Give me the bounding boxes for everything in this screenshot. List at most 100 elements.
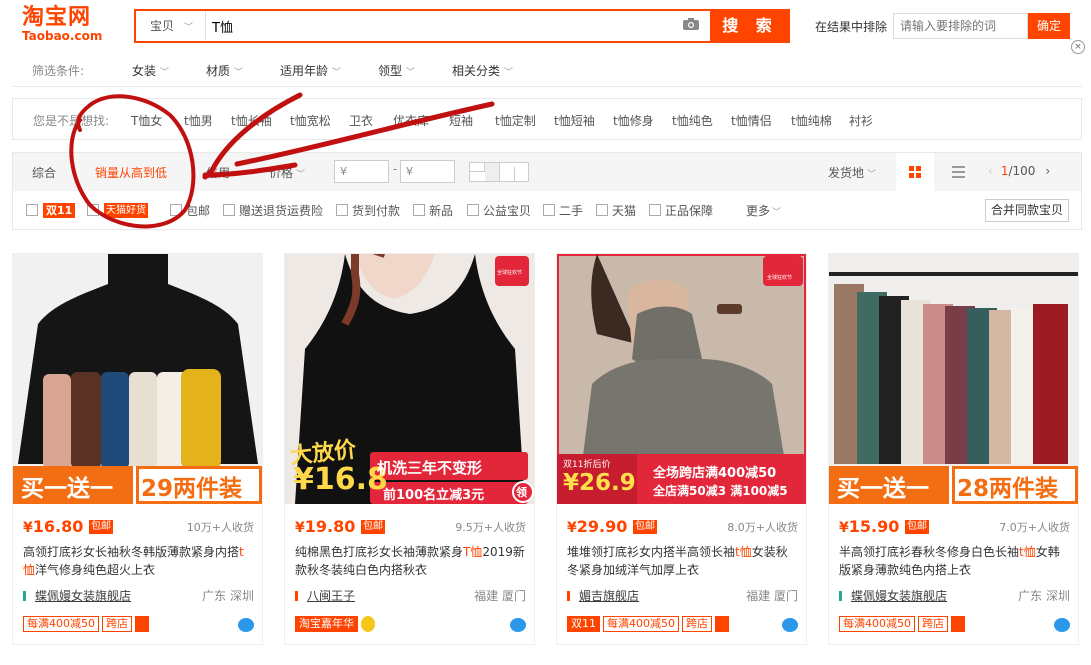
- product-photo: [13, 254, 262, 504]
- price-range-histogram[interactable]: [469, 162, 529, 182]
- title-text: 堆堆领打底衫女内搭半高领长袖: [567, 545, 736, 559]
- suggestion-link[interactable]: t恤情侣: [731, 112, 772, 129]
- title-highlight: t恤: [1019, 545, 1036, 559]
- ship-from-filter[interactable]: 发货地 ﹀: [828, 164, 876, 181]
- price-separator: -: [393, 162, 398, 176]
- shop-link[interactable]: 蝶佩嫚女装旗舰店: [839, 587, 947, 604]
- promo-small-text: 双11折后价: [563, 460, 611, 470]
- product-card[interactable]: 买一送一 28两件装 ¥15.90 包邮 7.0万+人收货 半高领打底衫春秋冬修…: [828, 253, 1079, 645]
- currency-symbol: ¥: [839, 520, 849, 536]
- product-card[interactable]: 全球狂欢节 双11折后价 ¥26.9 全场跨店满400减50 全店满50减3 满…: [556, 253, 807, 645]
- taobao-logo[interactable]: 淘宝网 Taobao.com: [22, 6, 112, 44]
- sort-by-sales[interactable]: 销量从高到低: [95, 164, 167, 181]
- free-shipping-label: 包邮: [186, 204, 211, 218]
- shop-name: 八闽王子: [307, 589, 356, 603]
- chevron-down-icon: ﹀: [184, 23, 194, 33]
- chevron-down-icon: ﹀: [332, 68, 342, 78]
- product-card[interactable]: 全球狂欢节 大放价 ¥16.8 机洗三年不变形 前100名立减3元 领 ¥19.…: [284, 253, 535, 645]
- more-options-button[interactable]: 更多 ﹀: [746, 202, 781, 219]
- product-image[interactable]: 买一送一 29两件装: [13, 254, 262, 504]
- checkbox-return-insurance[interactable]: [223, 204, 235, 216]
- suggestion-link[interactable]: t恤纯色: [672, 112, 713, 129]
- suggestion-link[interactable]: t恤短袖: [554, 112, 595, 129]
- filter-material[interactable]: 材质 ﹀: [206, 62, 243, 79]
- free-shipping-badge: 包邮: [361, 520, 385, 534]
- list-view-button[interactable]: [943, 153, 973, 191]
- suggestion-link[interactable]: T恤女: [131, 112, 162, 129]
- product-card[interactable]: 买一送一 29两件装 ¥16.80 包邮 10万+人收货 高领打底衫女长袖秋冬韩…: [12, 253, 263, 645]
- sales-count: 7.0万+人收货: [999, 521, 1070, 534]
- wangwang-chat-icon[interactable]: [238, 618, 254, 632]
- grid-icon: [909, 166, 921, 178]
- camera-icon[interactable]: [682, 17, 700, 31]
- filter-item-label: 材质: [206, 64, 231, 78]
- shop-name: 蝶佩嫚女装旗舰店: [851, 589, 948, 603]
- grid-view-button[interactable]: [896, 153, 934, 191]
- exclude-input[interactable]: [893, 13, 1028, 39]
- wangwang-chat-icon[interactable]: [510, 618, 526, 632]
- search-button[interactable]: 搜 索: [710, 9, 790, 43]
- chevron-left-icon[interactable]: ‹: [988, 164, 993, 178]
- checkbox-genuine[interactable]: [649, 204, 661, 216]
- filter-age[interactable]: 适用年龄 ﹀: [280, 62, 341, 79]
- product-image[interactable]: 买一送一 28两件装: [829, 254, 1078, 504]
- price-value: 15.90: [848, 517, 900, 536]
- checkbox-cod[interactable]: [336, 204, 348, 216]
- checkbox-new[interactable]: [413, 204, 425, 216]
- shop-link[interactable]: 媚吉旗舰店: [567, 587, 639, 604]
- tmall-label: 天猫: [612, 204, 637, 218]
- shop-link[interactable]: 蝶佩嫚女装旗舰店: [23, 587, 131, 604]
- shop-icon: [567, 591, 575, 601]
- tmall-icon: [715, 616, 729, 632]
- gold-medal-icon: [361, 616, 375, 632]
- promo-price: ¥16.8: [293, 462, 388, 497]
- suggestion-link[interactable]: 衬衫: [849, 112, 873, 129]
- chevron-down-icon: ﹀: [406, 68, 416, 78]
- product-image[interactable]: 全球狂欢节 双11折后价 ¥26.9 全场跨店满400减50 全店满50减3 满…: [557, 254, 806, 504]
- search-scope-select[interactable]: 宝贝 ﹀: [136, 11, 206, 41]
- product-title[interactable]: 纯棉黑色打底衫女长袖薄款紧身T恤2019新款秋冬装纯白色内搭秋衣: [295, 543, 527, 579]
- suggestion-link[interactable]: t恤纯棉: [791, 112, 832, 129]
- checkbox-charity[interactable]: [467, 204, 479, 216]
- checkbox-second-hand[interactable]: [543, 204, 555, 216]
- exclude-confirm-button[interactable]: 确定: [1028, 13, 1070, 39]
- logo-subtext: Taobao.com: [22, 29, 103, 43]
- histogram-cell: [485, 163, 500, 181]
- product-price: ¥16.80: [23, 517, 83, 536]
- product-title[interactable]: 堆堆领打底衫女内搭半高领长袖t恤女装秋冬紧身加绒洋气加厚上衣: [567, 543, 799, 579]
- checkbox-free-shipping[interactable]: [170, 204, 182, 216]
- merge-same-items-button[interactable]: 合并同款宝贝: [985, 199, 1069, 222]
- sort-by-credit[interactable]: 信用: [206, 164, 230, 181]
- wangwang-chat-icon[interactable]: [782, 618, 798, 632]
- checkbox-tmall[interactable]: [596, 204, 608, 216]
- search-input[interactable]: [208, 11, 678, 41]
- suggestion-link[interactable]: t恤修身: [613, 112, 654, 129]
- checkbox-tmall-goods[interactable]: [87, 204, 99, 216]
- chevron-down-icon: ﹀: [772, 208, 782, 218]
- product-title[interactable]: 高领打底衫女长袖秋冬韩版薄款紧身内搭t恤洋气修身纯色超火上衣: [23, 543, 255, 579]
- suggestion-link[interactable]: t恤长袖: [231, 112, 272, 129]
- location: 福建 厦门: [474, 589, 526, 603]
- promo-tag: 跨店: [918, 616, 948, 632]
- filter-category[interactable]: 相关分类 ﹀: [452, 62, 513, 79]
- wangwang-chat-icon[interactable]: [1054, 618, 1070, 632]
- chevron-right-icon[interactable]: ›: [1045, 164, 1050, 178]
- price-max-input[interactable]: ¥: [400, 160, 455, 183]
- filter-collar[interactable]: 领型 ﹀: [378, 62, 415, 79]
- suggestion-link[interactable]: 优衣库: [393, 112, 429, 129]
- suggestion-link[interactable]: t恤定制: [495, 112, 536, 129]
- suggestion-link[interactable]: t恤宽松: [290, 112, 331, 129]
- checkbox-double11[interactable]: [26, 204, 38, 216]
- sort-default[interactable]: 综合: [32, 164, 56, 181]
- price-min-input[interactable]: ¥: [334, 160, 389, 183]
- suggestion-link[interactable]: t恤男: [184, 112, 213, 129]
- suggestion-link[interactable]: 短袖: [449, 112, 473, 129]
- logo-text: 淘宝网: [22, 5, 92, 30]
- product-title[interactable]: 半高领打底衫春秋冬修身白色长袖t恤女韩版紧身薄款纯色内搭上衣: [839, 543, 1071, 579]
- sort-by-price[interactable]: 价格 ﹀: [269, 164, 305, 181]
- filter-women-clothing[interactable]: 女装 ﹀: [132, 62, 169, 79]
- price-value: 29.90: [576, 517, 628, 536]
- suggestion-link[interactable]: 卫衣: [349, 112, 373, 129]
- shop-link[interactable]: 八闽王子: [295, 587, 355, 604]
- product-image[interactable]: 全球狂欢节 大放价 ¥16.8 机洗三年不变形 前100名立减3元 领: [285, 254, 534, 504]
